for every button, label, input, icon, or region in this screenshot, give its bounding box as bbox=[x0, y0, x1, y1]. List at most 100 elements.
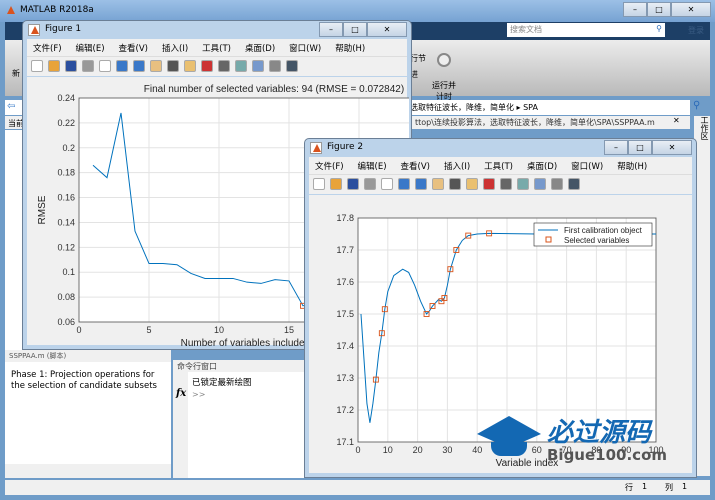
maximize-button[interactable]: □ bbox=[647, 2, 671, 17]
zoom-in-icon[interactable] bbox=[398, 178, 410, 190]
workspace-label: 工作区 bbox=[700, 116, 709, 140]
y-tick-label: 17.6 bbox=[336, 277, 354, 287]
menu-item[interactable]: 窗口(W) bbox=[571, 160, 603, 174]
zoom-out-icon[interactable] bbox=[133, 60, 145, 72]
legend-icon[interactable] bbox=[252, 60, 264, 72]
zoom-out-icon[interactable] bbox=[415, 178, 427, 190]
menu-item[interactable]: 查看(V) bbox=[401, 160, 430, 174]
brush-icon[interactable] bbox=[201, 60, 213, 72]
y-tick-label: 0.22 bbox=[57, 118, 75, 128]
hide-plot-tools-icon[interactable] bbox=[551, 178, 563, 190]
y-tick-label: 17.7 bbox=[336, 245, 354, 255]
run-and-time-button[interactable]: 运行并 计时 bbox=[428, 44, 460, 101]
search-icon: ⚲ bbox=[656, 24, 662, 33]
close-button[interactable]: ✕ bbox=[367, 22, 407, 37]
graduation-cap-icon bbox=[477, 416, 541, 434]
command-output[interactable]: 已锁定最新绘图 >> bbox=[188, 372, 308, 478]
close-button[interactable]: ✕ bbox=[671, 2, 711, 17]
x-tick-label: 20 bbox=[413, 445, 423, 455]
command-prompt[interactable]: >> bbox=[188, 390, 308, 399]
back-arrow-icon[interactable]: ⇦ bbox=[7, 101, 15, 112]
y-tick-label: 0.06 bbox=[57, 317, 75, 327]
new-label: 新 bbox=[12, 69, 20, 78]
chart-title: Final number of selected variables: 94 (… bbox=[144, 84, 404, 95]
save-icon[interactable] bbox=[347, 178, 359, 190]
figure-1-title: Figure 1 bbox=[45, 24, 82, 34]
colorbar-icon[interactable] bbox=[517, 178, 529, 190]
print-icon[interactable] bbox=[364, 178, 376, 190]
close-file-icon[interactable]: ✕ bbox=[673, 116, 680, 125]
y-tick-label: 17.5 bbox=[336, 309, 354, 319]
hide-plot-tools-icon[interactable] bbox=[269, 60, 281, 72]
address-search-icon[interactable]: ⚲ bbox=[693, 100, 700, 111]
brush-icon[interactable] bbox=[483, 178, 495, 190]
fx-icon[interactable]: fx bbox=[176, 388, 186, 399]
menu-item[interactable]: 桌面(D) bbox=[245, 42, 275, 56]
menu-item[interactable]: 插入(I) bbox=[162, 42, 188, 56]
save-icon[interactable] bbox=[65, 60, 77, 72]
zoom-in-icon[interactable] bbox=[116, 60, 128, 72]
search-placeholder: 搜索文档 bbox=[510, 25, 542, 34]
rotate-icon[interactable] bbox=[449, 178, 461, 190]
open-icon[interactable] bbox=[48, 60, 60, 72]
pan-icon[interactable] bbox=[432, 178, 444, 190]
show-plot-tools-icon[interactable] bbox=[286, 60, 298, 72]
file-path: ttop\连续投影算法，选取特征波长，降维，简单化\SPA\SSPPAA.m bbox=[415, 118, 655, 127]
editor-panel: SSPPAA.m (脚本) Phase 1: Projection operat… bbox=[5, 350, 171, 478]
minimize-button[interactable]: – bbox=[623, 2, 647, 17]
y-tick-label: 17.8 bbox=[336, 213, 354, 223]
menu-item[interactable]: 文件(F) bbox=[33, 42, 62, 56]
link-icon[interactable] bbox=[500, 178, 512, 190]
new-figure-icon[interactable] bbox=[313, 178, 325, 190]
maximize-button[interactable]: □ bbox=[628, 140, 652, 155]
data-cursor-icon[interactable] bbox=[466, 178, 478, 190]
legend-icon[interactable] bbox=[534, 178, 546, 190]
figure-2-toolbar bbox=[309, 174, 692, 194]
y-tick-label: 0.16 bbox=[57, 193, 75, 203]
menu-item[interactable]: 编辑(E) bbox=[76, 42, 105, 56]
figure-2-titlebar[interactable]: Figure 2 – □ ✕ bbox=[305, 139, 696, 157]
show-plot-tools-icon[interactable] bbox=[568, 178, 580, 190]
ribbon-section-label: 行节 bbox=[410, 54, 426, 63]
menu-item[interactable]: 查看(V) bbox=[119, 42, 148, 56]
colorbar-icon[interactable] bbox=[235, 60, 247, 72]
new-figure-icon[interactable] bbox=[31, 60, 43, 72]
figure-1-titlebar[interactable]: Figure 1 – □ ✕ bbox=[23, 21, 411, 39]
rotate-icon[interactable] bbox=[167, 60, 179, 72]
pointer-icon[interactable] bbox=[381, 178, 393, 190]
matlab-logo-icon bbox=[5, 5, 17, 17]
app-title: MATLAB R2018a bbox=[20, 5, 94, 15]
command-message: 已锁定最新绘图 bbox=[192, 378, 252, 388]
menu-item[interactable]: 桌面(D) bbox=[527, 160, 557, 174]
pointer-icon[interactable] bbox=[99, 60, 111, 72]
figure-icon bbox=[310, 142, 322, 154]
link-icon[interactable] bbox=[218, 60, 230, 72]
search-docs-input[interactable]: 搜索文档 ⚲ bbox=[507, 23, 665, 37]
menu-item[interactable]: 编辑(E) bbox=[358, 160, 387, 174]
menu-item[interactable]: 工具(T) bbox=[484, 160, 513, 174]
menu-item[interactable]: 窗口(W) bbox=[289, 42, 321, 56]
menu-item[interactable]: 帮助(H) bbox=[335, 42, 365, 56]
maximize-button[interactable]: □ bbox=[343, 22, 367, 37]
pan-icon[interactable] bbox=[150, 60, 162, 72]
address-text: 选取特征波长，降维，简单化 ▸ SPA bbox=[410, 103, 538, 112]
minimize-button[interactable]: – bbox=[319, 22, 343, 37]
close-button[interactable]: ✕ bbox=[652, 140, 692, 155]
y-tick-label: 0.12 bbox=[57, 242, 75, 252]
data-cursor-icon[interactable] bbox=[184, 60, 196, 72]
open-icon[interactable] bbox=[330, 178, 342, 190]
menu-item[interactable]: 插入(I) bbox=[444, 160, 470, 174]
menu-item[interactable]: 工具(T) bbox=[202, 42, 231, 56]
x-tick-label: 10 bbox=[214, 325, 224, 335]
menu-item[interactable]: 文件(F) bbox=[315, 160, 344, 174]
login-link[interactable]: 登录 bbox=[688, 25, 704, 36]
minimize-button[interactable]: – bbox=[604, 140, 628, 155]
print-icon[interactable] bbox=[82, 60, 94, 72]
editor-text[interactable]: Phase 1: Projection operations for the s… bbox=[5, 362, 171, 464]
x-tick-label: 30 bbox=[442, 445, 452, 455]
y-tick-label: 17.2 bbox=[336, 405, 354, 415]
menu-item[interactable]: 帮助(H) bbox=[617, 160, 647, 174]
editor-tab[interactable]: SSPPAA.m (脚本) bbox=[5, 350, 171, 362]
x-tick-label: 10 bbox=[383, 445, 393, 455]
x-tick-label: 15 bbox=[284, 325, 294, 335]
